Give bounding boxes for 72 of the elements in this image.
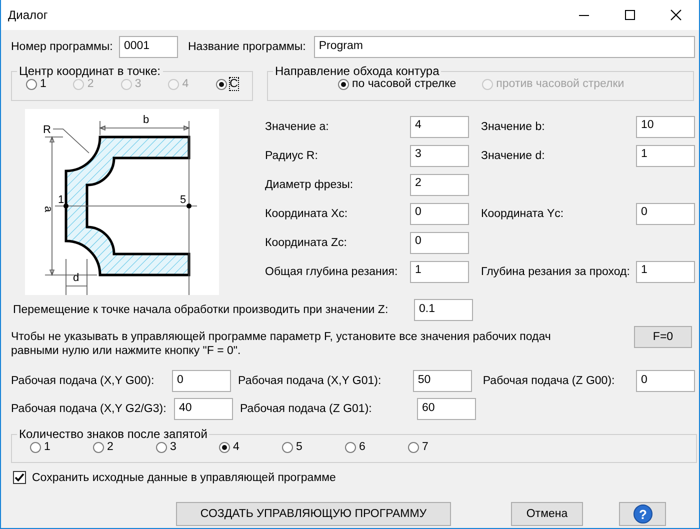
parameter-field[interactable]: 3 (410, 144, 469, 166)
parameter-field[interactable]: 0 (410, 202, 469, 224)
parameter-field[interactable]: 0 (636, 202, 695, 224)
help-icon: ? (632, 504, 652, 524)
field-label: Координата Yc: (481, 208, 565, 220)
help-button[interactable]: ? (619, 502, 666, 526)
parameter-field[interactable]: 10 (636, 116, 695, 138)
dimension-label: a (42, 206, 54, 212)
point-label: 5 (180, 194, 186, 206)
radio-option[interactable]: C (216, 78, 238, 90)
radio-option[interactable]: 5 (282, 441, 345, 453)
feed-field[interactable]: 50 (412, 370, 472, 392)
field-label: Перемещение к точке начала обработки производить при значении Z: (12, 304, 390, 316)
group-title: Количество знаков после запятой (18, 427, 208, 441)
field-label: Значение a: (265, 120, 330, 132)
radio-option: против часовой стрелки (482, 78, 624, 90)
field-label: Глубина резания за проход: (481, 266, 631, 278)
parameter-field[interactable]: 1 (636, 144, 695, 166)
parameter-field[interactable]: 4 (410, 116, 469, 138)
parameter-field[interactable]: 1 (636, 260, 695, 282)
radio-option: 4 (168, 78, 189, 90)
feed-note-text: Чтобы не указывать в управляющей программе параметр F, установите все значения рабочих подач равными нулю или нажмите кнопку "F = 0". (11, 330, 552, 358)
field-label: Номер программы: (11, 41, 114, 53)
point-marker (186, 204, 192, 208)
dimension-label: d (73, 272, 80, 284)
feed-field[interactable]: 0 (172, 370, 232, 392)
field-label: Рабочая подача (Z G01): (240, 403, 373, 415)
field-label: Координата Zc: (265, 236, 348, 248)
field-label: Рабочая подача (X,Y G2/G3): (11, 403, 168, 415)
group-title: Направление обхода контура (274, 64, 440, 78)
parameter-field[interactable]: 2 (410, 174, 469, 196)
radio-option: 3 (120, 78, 142, 90)
field-label: Название программы: (188, 41, 306, 53)
field-label: Общая глубина резания: (265, 266, 399, 278)
radio-option[interactable]: 7 (408, 441, 471, 453)
field-label: Рабочая подача (X,Y G00): (11, 375, 156, 387)
window-title: Диалог (8, 8, 48, 22)
feed-field[interactable]: 60 (417, 398, 476, 420)
field-label: Диаметр фрезы: (265, 178, 354, 190)
feed-field[interactable]: 0 (636, 370, 696, 392)
radio-option[interactable]: 1 (30, 441, 93, 453)
z-value-field[interactable]: 0.1 (414, 299, 473, 321)
radio-option[interactable]: 3 (156, 441, 219, 453)
f-zero-button[interactable]: F=0 (634, 326, 692, 348)
point-marker (64, 204, 68, 208)
group-title: Центр координат в точке: (18, 64, 162, 78)
field-label: Рабочая подача (X,Y G01): (238, 375, 382, 387)
checkbox-label: Сохранить исходные данные в управляющей программе (32, 472, 336, 484)
program-number-field[interactable]: 0001 (119, 36, 178, 58)
maximize-icon[interactable] (624, 9, 636, 21)
close-icon[interactable] (670, 9, 682, 21)
cancel-button[interactable]: Отмена (511, 502, 583, 526)
program-name-field[interactable]: Program (314, 36, 695, 58)
radio-option[interactable]: 4 (219, 441, 282, 453)
field-label: Координата Xc: (265, 208, 349, 220)
radio-option[interactable]: 2 (93, 441, 156, 453)
radio-option[interactable]: 6 (345, 441, 408, 453)
dimension-label: R (43, 124, 51, 136)
radio-option[interactable]: 1 (26, 78, 46, 90)
field-label: Рабочая подача (Z G00): (482, 375, 616, 387)
point-label: 1 (58, 194, 64, 206)
field-label: Значение b: (481, 120, 546, 132)
feed-field[interactable]: 40 (174, 398, 233, 420)
parameter-field[interactable]: 0 (410, 232, 469, 254)
dimension-label: b (143, 114, 150, 126)
radio-option: 2 (73, 78, 94, 90)
field-label: Значение d: (481, 150, 546, 162)
field-label: Радиус R: (265, 150, 319, 162)
create-program-button[interactable]: СОЗДАТЬ УПРАВЛЯЮЩУЮ ПРОГРАММУ (176, 502, 451, 526)
radio-option[interactable]: по часовой стрелке (338, 78, 456, 90)
checkbox[interactable] (13, 471, 26, 484)
parameter-field[interactable]: 1 (410, 260, 469, 282)
